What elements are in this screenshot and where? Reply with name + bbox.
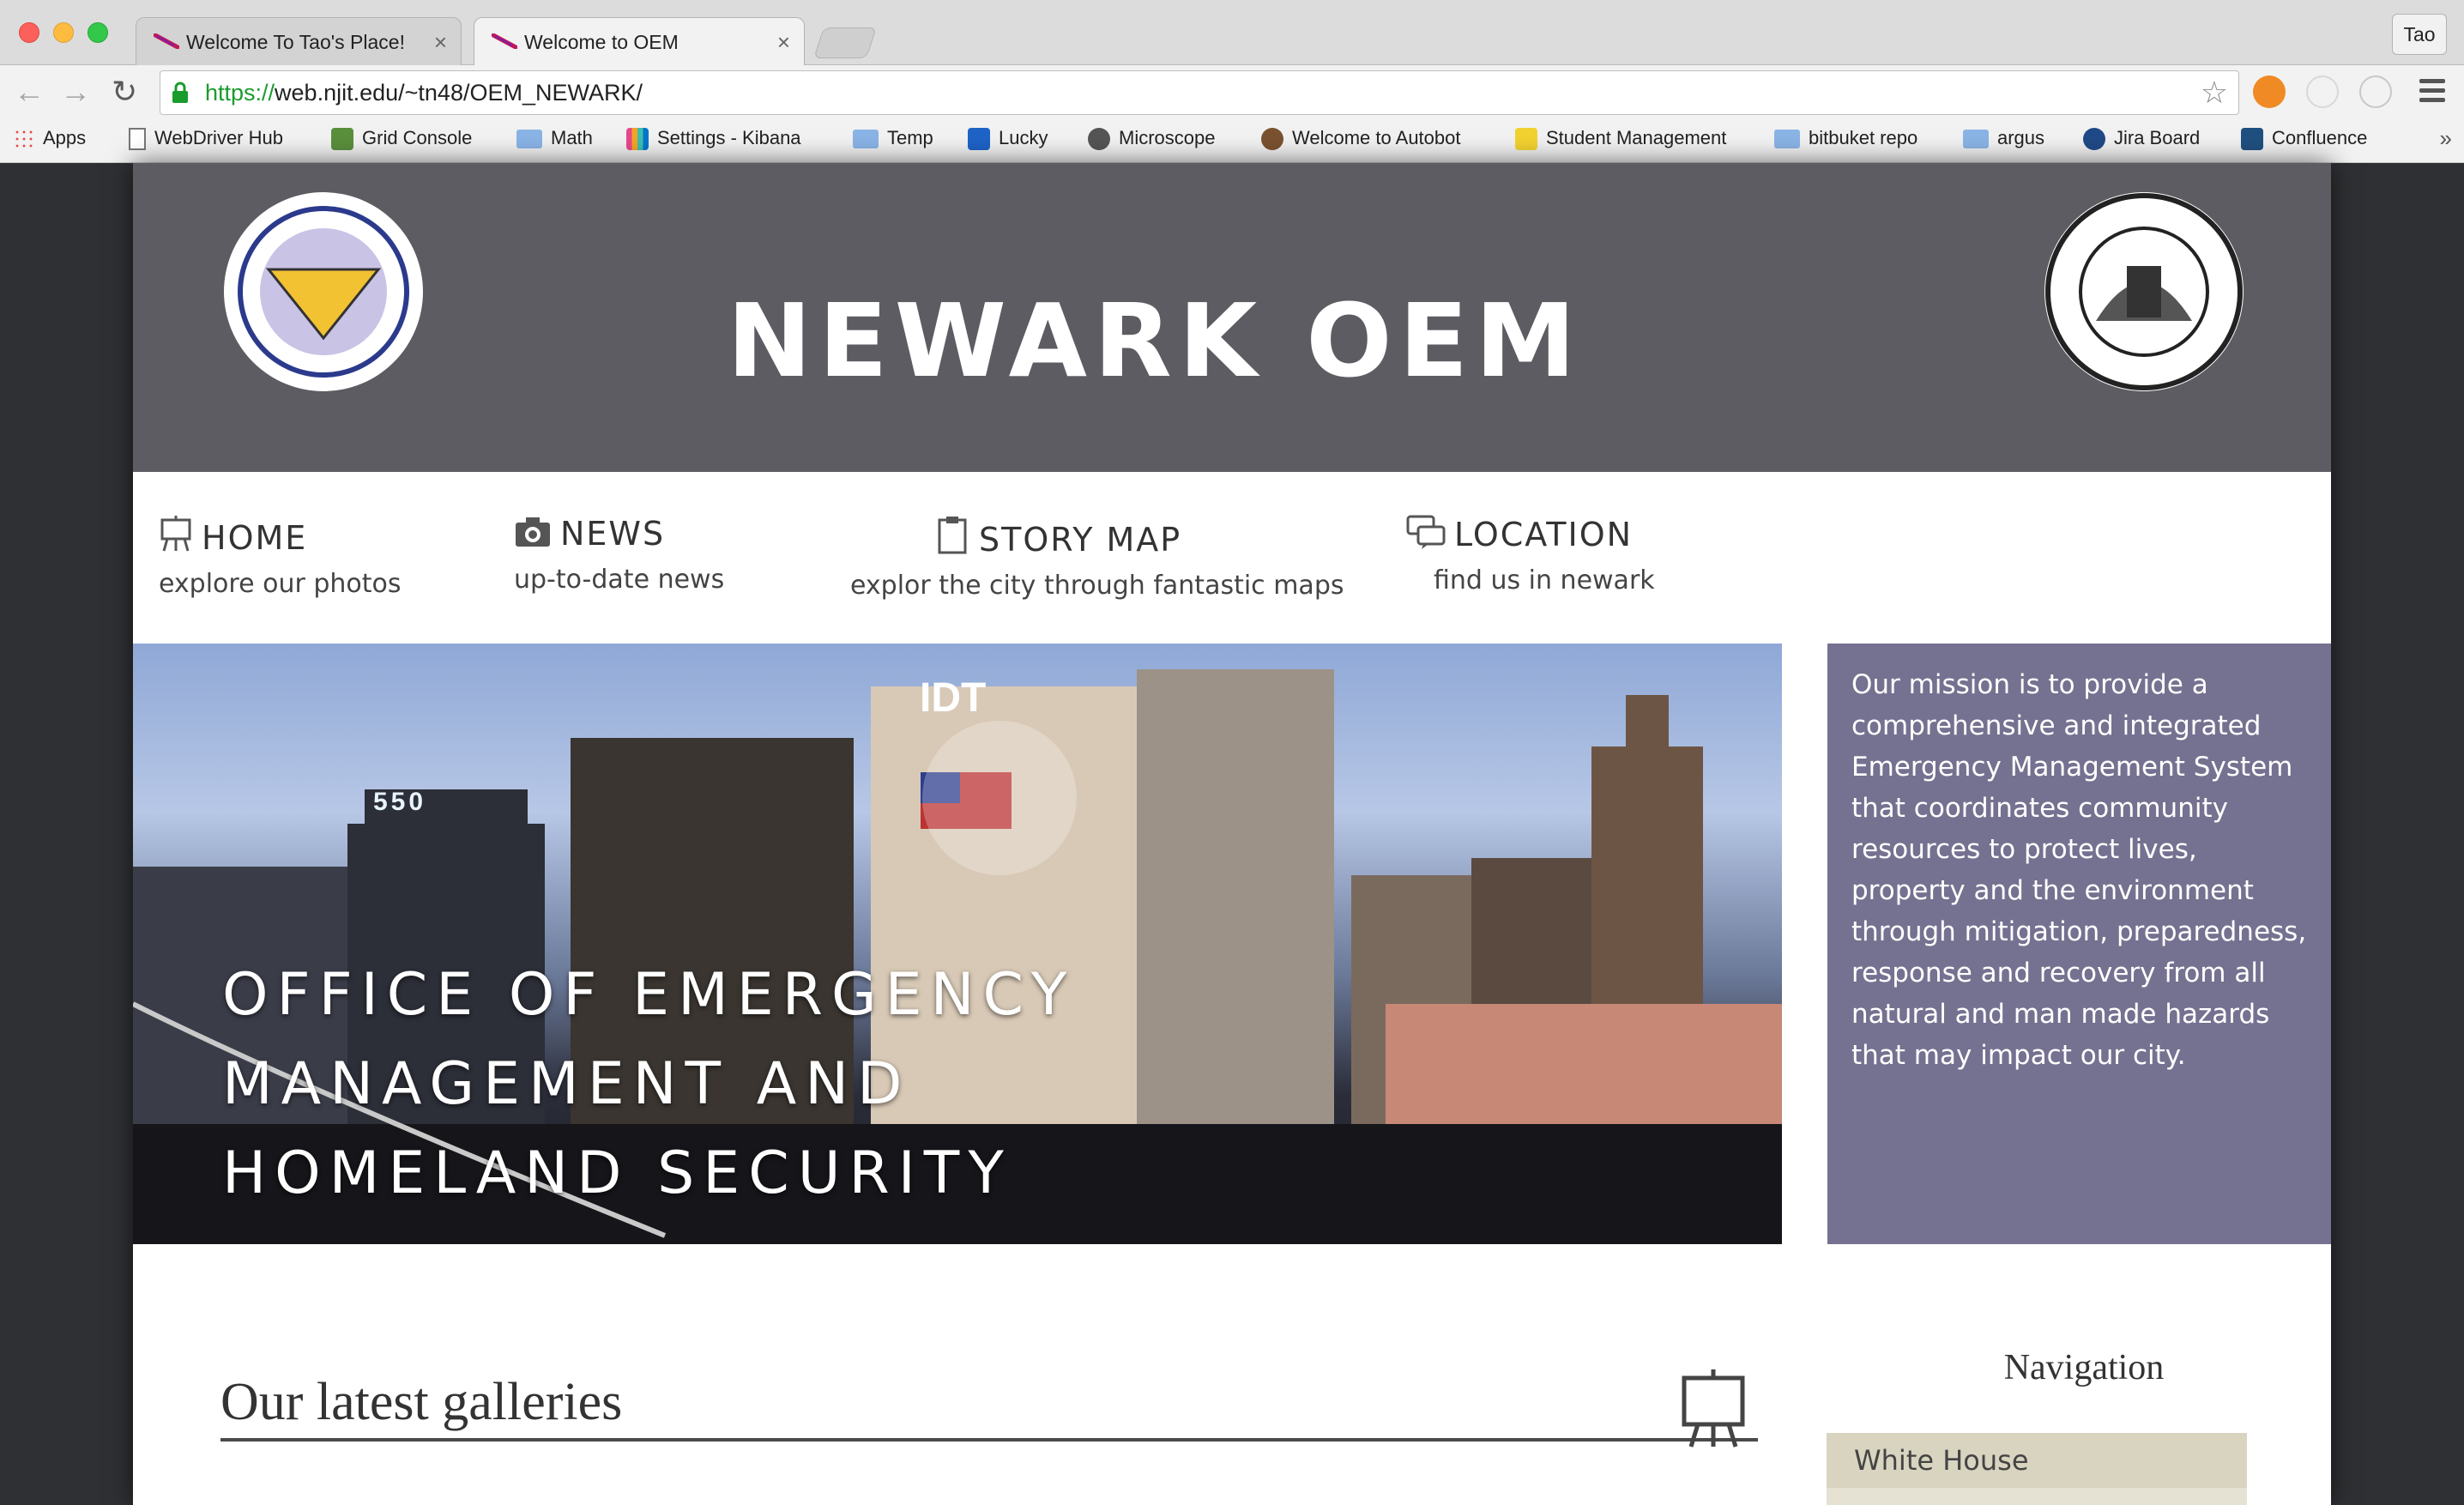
browser-tab-taos-place[interactable]: Welcome To Tao's Place! × [136,17,462,65]
nav-news-subtitle: up-to-date news [514,565,725,595]
folder-icon [1774,130,1800,149]
extension-gray-icon[interactable] [2306,76,2339,108]
url-text: https://web.njit.edu/~tn48/OEM_NEWARK/ [205,80,643,106]
apps-grid-icon [14,129,34,150]
bookmark-argus[interactable]: argus [1963,120,2044,156]
galleries-heading: Our latest galleries [220,1368,1758,1448]
building-sign-550: 550 [373,788,427,816]
browser-chrome: Welcome To Tao's Place! × Welcome to OEM… [0,0,2464,163]
browser-toolbar: ← → ↻ https://web.njit.edu/~tn48/OEM_NEW… [0,65,2464,120]
folder-icon [853,130,879,149]
folder-icon [516,130,542,149]
profile-button[interactable]: Tao [2392,14,2447,55]
speech-bubbles-icon [1406,515,1446,557]
new-tab-button[interactable] [813,27,877,58]
kibana-icon [626,128,649,151]
bookmark-apps[interactable]: Apps [14,120,86,156]
bookmark-microscope[interactable]: Microscope [1088,120,1215,156]
bookmark-star-icon[interactable]: ☆ [2201,75,2228,111]
tab-close-icon[interactable]: × [777,18,790,66]
nav-location-title: LOCATION [1454,516,1634,553]
sidebar-item-next[interactable] [1827,1488,2247,1505]
nav-story-map-subtitle: explor the city through fantastic maps [850,571,1344,601]
nav-news-title: NEWS [560,515,666,553]
sidebar-item-white-house[interactable]: White House [1827,1433,2247,1488]
lock-icon [172,82,188,103]
lucky-icon [968,128,990,151]
nav-item-story-map[interactable]: STORY MAP explor the city through fantas… [850,515,1344,601]
nav-home-title: HOME [202,519,308,557]
maximize-window-button[interactable] [88,22,108,43]
tab-label: Welcome To Tao's Place! [186,31,405,53]
bookmarks-overflow-icon[interactable]: » [2440,120,2452,156]
feather-favicon-icon [154,33,179,49]
city-of-newark-seal [2044,192,2244,391]
forward-arrow-icon[interactable]: → [60,74,91,110]
bookmark-jira-board[interactable]: Jira Board [2083,120,2200,156]
extension-react-icon[interactable] [2359,76,2392,108]
bookmark-confluence[interactable]: Confluence [2241,120,2367,156]
easel-icon [1681,1368,1746,1453]
site-title: NEWARK OEM [727,281,1583,400]
reload-icon[interactable]: ↻ [112,74,137,110]
minimize-window-button[interactable] [53,22,74,43]
extension-ubuntu-icon[interactable] [2253,76,2286,108]
bookmark-student-management[interactable]: Student Management [1515,120,1752,156]
building-sign-idt: IDT [920,675,987,721]
jira-icon [2083,128,2105,151]
city-seal-graphic [2045,193,2243,390]
bookmark-grid-console[interactable]: Grid Console [331,120,472,156]
mission-statement-panel: Our mission is to provide a comprehensiv… [1827,644,2331,1244]
student-icon [1515,128,1537,151]
website-page: NEWARK OEM HOME explore our photos NEWS … [133,163,2331,1505]
feather-favicon-icon [492,33,517,49]
clipboard-icon [936,515,970,562]
site-header: NEWARK OEM [133,163,2331,472]
bookmark-kibana[interactable]: Settings - Kibana [626,120,801,156]
hero-heading: OFFICE OF EMERGENCY MANAGEMENT AND HOMEL… [222,961,1076,1207]
nav-item-home[interactable]: HOME explore our photos [159,515,401,599]
sidebar-navigation-title: Navigation [2003,1348,2165,1387]
nav-story-map-title: STORY MAP [979,521,1182,559]
confluence-icon [2241,128,2263,151]
mission-text: Our mission is to provide a comprehensiv… [1851,669,2307,1071]
autobot-icon [1261,128,1283,151]
microscope-icon [1088,128,1110,151]
browser-tab-oem[interactable]: Welcome to OEM × [474,17,805,66]
galleries-title: Our latest galleries [220,1373,623,1431]
nav-item-location[interactable]: LOCATION find us in newark [1406,515,1655,595]
close-window-button[interactable] [19,22,39,43]
hero-banner-image: OFFICE OF EMERGENCY MANAGEMENT AND HOMEL… [133,644,1782,1244]
document-icon [129,128,146,151]
checkmark-icon [331,128,353,151]
bookmark-temp[interactable]: Temp [853,120,933,156]
folder-icon [1963,130,1989,149]
tab-close-icon[interactable]: × [434,18,447,66]
nav-item-news[interactable]: NEWS up-to-date news [514,515,724,595]
back-arrow-icon[interactable]: ← [14,74,45,110]
easel-icon [159,515,193,560]
bookmarks-bar: Apps WebDriver Hub Grid Console Math Set… [0,120,2464,163]
browser-menu-icon[interactable] [2419,79,2445,107]
nav-home-subtitle: explore our photos [159,569,402,599]
camera-icon [514,516,552,556]
nav-location-subtitle: find us in newark [1434,565,1655,595]
main-navigation: HOME explore our photos NEWS up-to-date … [133,472,2331,644]
bookmark-lucky[interactable]: Lucky [968,120,1048,156]
address-bar[interactable]: https://web.njit.edu/~tn48/OEM_NEWARK/ ☆ [160,70,2239,115]
tab-strip: Welcome To Tao's Place! × Welcome to OEM… [0,0,2464,66]
bookmark-bitbuket-repo[interactable]: bitbuket repo [1774,120,1917,156]
bookmark-autobot[interactable]: Welcome to Autobot [1261,120,1461,156]
bookmark-webdriver-hub[interactable]: WebDriver Hub [129,120,283,156]
bookmark-math[interactable]: Math [516,120,593,156]
tab-label: Welcome to OEM [524,31,679,53]
